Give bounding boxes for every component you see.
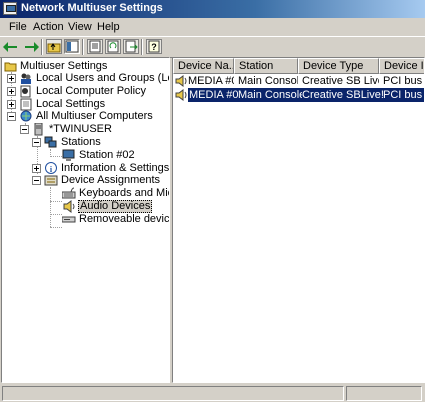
device-name-cell: MEDIA #02 [188,88,239,102]
computer-icon [34,123,43,136]
speaker-icon [63,200,75,213]
expand-plus-icon[interactable] [7,74,16,83]
device-type-cell: Creative SBLive! ... [302,88,383,102]
folder-icon [4,62,17,72]
toolbar-separator [141,39,143,55]
list-item[interactable]: MEDIA #02 Main Console Creative SBLive! … [173,88,424,102]
stations-icon [44,136,57,148]
status-panel-secondary [346,386,422,401]
tree-line [50,201,62,202]
device-info-cell: PCI bus 2, d [383,75,424,87]
tree-line [50,187,51,227]
toolbar-separator [82,39,84,55]
window-title: Network Multiuser Settings [21,2,163,14]
export-list-icon[interactable] [123,39,139,54]
device-info-cell: PCI bus 2, d [383,88,424,102]
speaker-icon [175,75,187,87]
tree-line [50,214,62,215]
refresh-icon[interactable] [105,39,121,54]
tree-line [50,156,62,157]
collapse-minus-icon[interactable] [7,112,16,121]
device-assignments-icon [44,175,58,186]
collapse-minus-icon[interactable] [32,176,41,185]
help-icon[interactable]: ? [146,39,162,54]
column-header-device-info[interactable]: Device Info [379,58,424,74]
toolbar: ? [0,36,425,58]
expand-plus-icon[interactable] [7,100,16,109]
toolbar-separator [41,39,43,55]
status-panel-main [2,386,344,401]
users-icon [21,73,31,84]
device-list-pane[interactable]: Device Na... Station Device Type Device … [172,57,425,383]
back-arrow-icon[interactable] [3,39,20,54]
collapse-minus-icon[interactable] [20,125,29,134]
drive-icon [62,216,76,223]
menu-action[interactable]: Action [33,21,64,33]
menu-file[interactable]: File [9,21,27,33]
device-name-cell: MEDIA #01 [188,75,234,87]
show-hide-tree-icon[interactable] [64,39,80,54]
properties-icon[interactable] [87,39,103,54]
keyboard-icon [62,187,76,199]
policy-icon [20,85,31,98]
status-bar [0,384,425,402]
title-bar: Network Multiuser Settings [0,0,425,18]
expand-plus-icon[interactable] [32,164,41,173]
station-icon [62,149,75,161]
forward-arrow-icon[interactable] [22,39,39,54]
station-cell: Main Console [238,88,302,102]
speaker-icon [175,89,187,101]
window-icon[interactable] [3,2,17,15]
column-header-device-type[interactable]: Device Type [298,58,379,74]
up-folder-icon[interactable] [46,39,62,54]
column-header-station[interactable]: Station [234,58,298,74]
column-header-device-name[interactable]: Device Na... [173,58,234,74]
tree-line [50,227,62,228]
collapse-minus-icon[interactable] [32,138,41,147]
station-cell: Main Console [238,75,298,87]
svg-text:?: ? [151,42,157,52]
list-item[interactable]: MEDIA #01 Main Console Creative SB Live!… [173,74,424,88]
menu-help[interactable]: Help [97,21,120,33]
device-type-cell: Creative SB Live!... [302,75,379,87]
expand-plus-icon[interactable] [7,87,16,96]
menu-view[interactable]: View [68,21,92,33]
menu-bar: File Action View Help [0,18,425,37]
network-computers-icon [20,110,32,122]
tree-pane[interactable]: Multiuser Settings Local Users and Group… [1,57,170,383]
